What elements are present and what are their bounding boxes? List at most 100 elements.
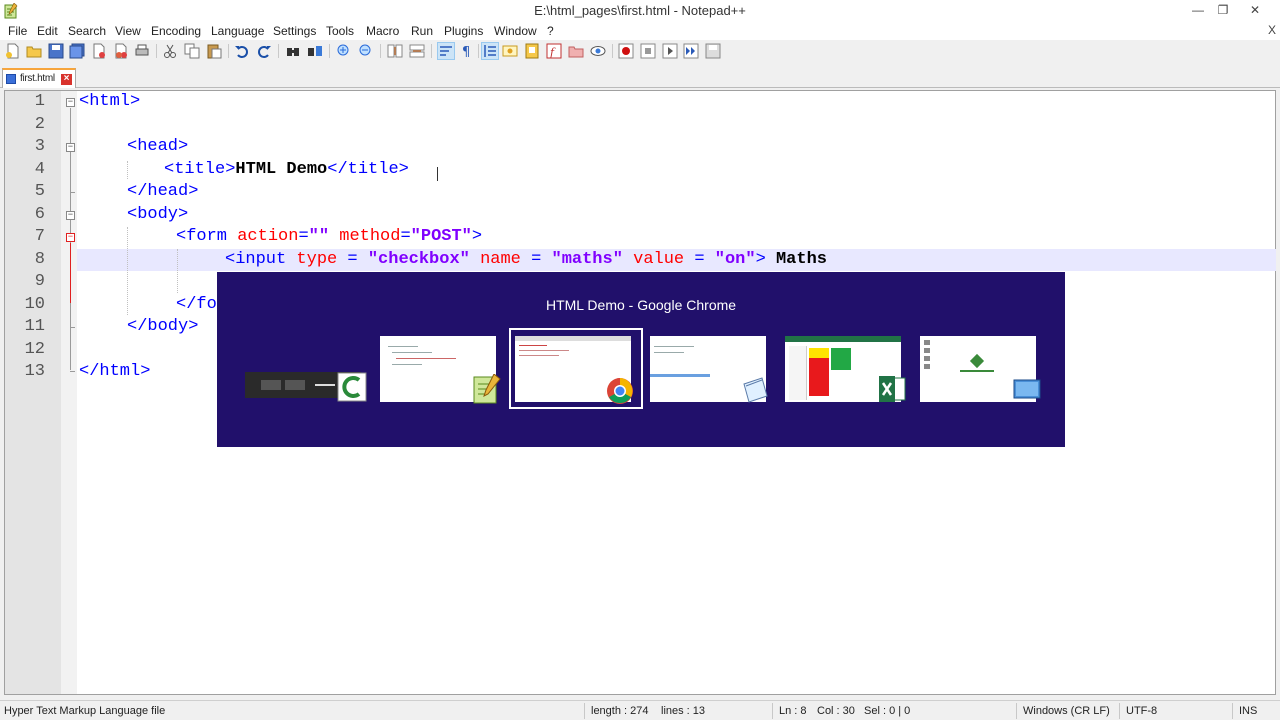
fold-toggle-icon[interactable]: − xyxy=(66,211,75,220)
chrome-icon xyxy=(607,378,633,404)
record-macro-icon[interactable] xyxy=(618,43,634,59)
toolbar-separator xyxy=(612,44,613,58)
toolbar-separator xyxy=(380,44,381,58)
fold-toggle-icon[interactable]: − xyxy=(66,98,75,107)
notepadpp-icon xyxy=(473,374,501,404)
code-line-7: <form action="" method="POST"> xyxy=(176,227,482,246)
code-line-6: <body> xyxy=(127,205,188,224)
status-separator xyxy=(1119,703,1120,719)
menu-file[interactable]: File xyxy=(8,24,27,38)
close-icon[interactable] xyxy=(91,43,107,59)
run-macro-multiple-icon[interactable] xyxy=(683,43,699,59)
menu-edit[interactable]: Edit xyxy=(37,24,58,38)
fold-margin xyxy=(61,91,77,694)
desktop-icon xyxy=(1013,379,1041,399)
code-token: method xyxy=(339,227,401,246)
save-icon[interactable] xyxy=(48,43,64,59)
sync-vertical-icon[interactable] xyxy=(387,43,403,59)
replace-icon[interactable] xyxy=(307,43,323,59)
indent-guide xyxy=(127,161,128,179)
menu-plugins[interactable]: Plugins xyxy=(444,24,483,38)
toolbar: ¶ f xyxy=(0,40,1280,62)
task-switcher: HTML Demo - Google Chrome xyxy=(217,272,1065,447)
mouse-ibeam-cursor xyxy=(437,167,438,181)
print-icon[interactable] xyxy=(134,43,150,59)
menu-window[interactable]: Window xyxy=(494,24,537,38)
code-token: </title> xyxy=(327,160,409,179)
menu-encoding[interactable]: Encoding xyxy=(151,24,201,38)
user-defined-language-icon[interactable] xyxy=(502,43,518,59)
code-token: > xyxy=(755,250,766,269)
menu-bar: File Edit Search View Encoding Language … xyxy=(0,22,1280,40)
toolbar-separator xyxy=(278,44,279,58)
restore-button[interactable]: ❐ xyxy=(1208,0,1238,22)
tab-bar: first.html × xyxy=(0,66,1280,88)
toolbar-separator xyxy=(228,44,229,58)
find-icon[interactable] xyxy=(285,43,301,59)
code-token: <form xyxy=(176,227,238,246)
cut-icon[interactable] xyxy=(162,43,178,59)
fold-line-active xyxy=(70,243,71,303)
fold-toggle-icon[interactable]: − xyxy=(66,233,75,242)
code-token: action xyxy=(237,227,299,246)
line-number: 5 xyxy=(34,182,45,201)
doc-map-icon[interactable] xyxy=(524,43,540,59)
paste-icon[interactable] xyxy=(206,43,222,59)
status-line: Ln : 8 xyxy=(779,705,807,717)
line-number: 2 xyxy=(34,115,45,134)
code-token: > xyxy=(471,227,483,246)
new-file-icon[interactable] xyxy=(5,43,21,59)
code-token: "on" xyxy=(714,250,756,269)
menu-language[interactable]: Language xyxy=(211,24,264,38)
close-window-button[interactable]: ✕ xyxy=(1240,0,1270,22)
zoom-in-icon[interactable] xyxy=(336,43,352,59)
code-token: "" xyxy=(308,227,330,246)
indent-guide xyxy=(127,227,128,315)
code-token: <body> xyxy=(127,205,189,224)
undo-icon[interactable] xyxy=(234,43,250,59)
status-column: Col : 30 xyxy=(817,705,855,717)
indent-guide-icon[interactable] xyxy=(481,42,499,60)
status-bar: Hyper Text Markup Language file length :… xyxy=(0,700,1280,720)
toolbar-separator xyxy=(478,44,479,58)
play-macro-icon[interactable] xyxy=(662,43,678,59)
function-list-icon[interactable]: f xyxy=(546,43,562,59)
sync-horizontal-icon[interactable] xyxy=(409,43,425,59)
stop-macro-icon[interactable] xyxy=(640,43,656,59)
line-number: 10 xyxy=(24,295,45,314)
saved-file-icon xyxy=(6,74,16,84)
show-all-characters-icon[interactable]: ¶ xyxy=(459,43,475,59)
close-document-button[interactable]: X xyxy=(1268,23,1276,37)
save-all-icon[interactable] xyxy=(69,43,85,59)
tab-close-icon[interactable]: × xyxy=(61,74,72,85)
menu-macro[interactable]: Macro xyxy=(366,24,399,38)
copy-icon[interactable] xyxy=(184,43,200,59)
code-line-8: <input type = "checkbox" name = "maths" … xyxy=(225,250,827,269)
menu-view[interactable]: View xyxy=(115,24,141,38)
save-macro-icon[interactable] xyxy=(705,43,721,59)
folder-workspace-icon[interactable] xyxy=(568,43,584,59)
fold-end xyxy=(70,327,75,328)
line-number: 7 xyxy=(34,227,45,246)
fold-end xyxy=(70,371,75,372)
code-token: "checkbox" xyxy=(367,250,470,269)
close-all-icon[interactable] xyxy=(113,43,129,59)
menu-run[interactable]: Run xyxy=(411,24,433,38)
menu-search[interactable]: Search xyxy=(68,24,106,38)
menu-settings[interactable]: Settings xyxy=(273,24,316,38)
menu-help[interactable]: ? xyxy=(547,24,554,38)
redo-icon[interactable] xyxy=(256,43,272,59)
monitoring-icon[interactable] xyxy=(590,43,606,59)
open-file-icon[interactable] xyxy=(26,43,42,59)
status-insert-mode: INS xyxy=(1239,705,1258,717)
fold-toggle-icon[interactable]: − xyxy=(66,143,75,152)
code-token: <input xyxy=(225,250,297,269)
zoom-out-icon[interactable] xyxy=(358,43,374,59)
menu-tools[interactable]: Tools xyxy=(326,24,354,38)
toolbar-separator xyxy=(431,44,432,58)
word-wrap-icon[interactable] xyxy=(437,42,455,60)
tab-first-html[interactable]: first.html × xyxy=(2,68,76,88)
notepadpp-window: E:\html_pages\first.html - Notepad++ — ❐… xyxy=(0,0,1280,720)
status-separator xyxy=(584,703,585,719)
